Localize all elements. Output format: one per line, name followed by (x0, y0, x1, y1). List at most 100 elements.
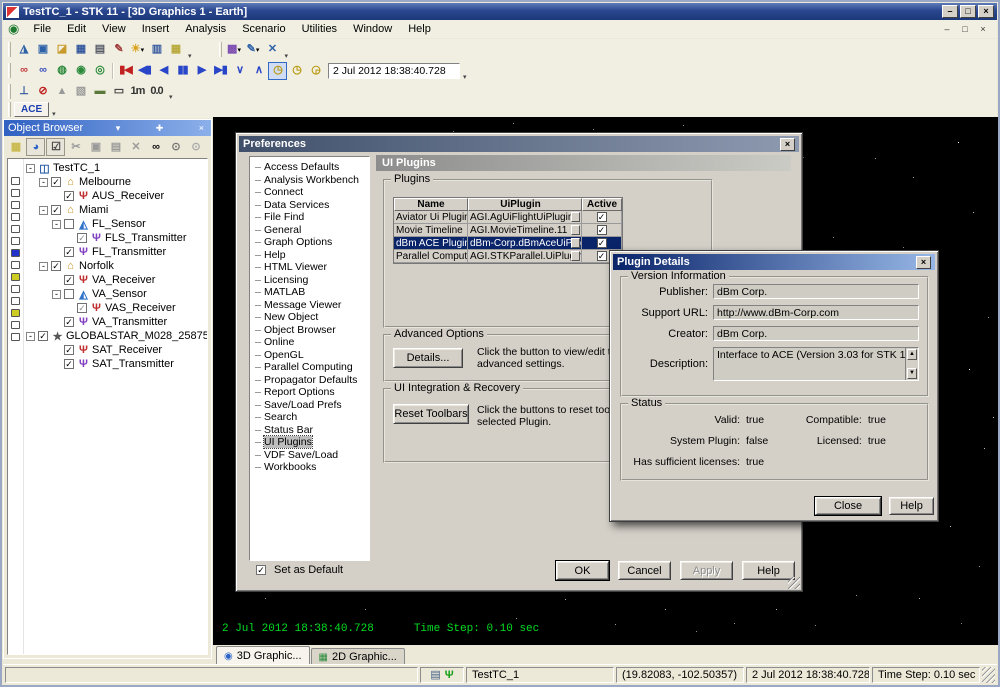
dropdown-arrow-icon[interactable]: ▾ (141, 46, 145, 54)
toolbar-overflow-button[interactable]: ▾ (188, 52, 192, 60)
status-square[interactable] (11, 225, 20, 233)
tree-expander[interactable] (26, 164, 35, 173)
apply-button[interactable]: Apply (680, 561, 733, 580)
report-icon[interactable]: ▥▾ (147, 41, 166, 59)
increase-step-icon[interactable]: ∧ (249, 62, 268, 80)
plugin-table-row[interactable]: Aviator Ui Plugins AGI.AgUiFlightUiPlugi… (394, 211, 622, 224)
print-icon[interactable]: ▤▾ (90, 41, 109, 59)
link-chain2-icon[interactable]: ∞ (33, 62, 52, 80)
ok-button[interactable]: OK (556, 561, 609, 580)
scenario-edit-icon[interactable]: ✎▾ (244, 41, 263, 59)
plugin-name-cell[interactable]: Parallel Computing (394, 250, 468, 263)
preferences-category[interactable]: Propagator Defaults (250, 374, 369, 387)
toolbar-overflow-button[interactable]: ▾ (463, 73, 467, 81)
status-square[interactable] (11, 213, 20, 221)
tree-item[interactable]: Ψ AUS_Receiver (26, 189, 207, 203)
active-checkbox[interactable]: ✓ (597, 251, 607, 261)
tree-item[interactable]: Ψ VAS_Receiver (26, 301, 207, 315)
tree-item[interactable]: ⌂ Melbourne (26, 175, 207, 189)
toolbar-grip[interactable] (219, 42, 222, 57)
close-button[interactable]: Close (815, 497, 881, 515)
field-value[interactable]: dBm Corp. (713, 284, 919, 299)
ruler-1m-icon[interactable]: 1m (128, 82, 147, 100)
pause-icon[interactable]: ▮▮ (173, 62, 192, 80)
preferences-category[interactable]: Online (250, 336, 369, 349)
ground-station-icon[interactable]: ⊥ (14, 82, 33, 100)
tree-checkbox[interactable] (64, 289, 74, 299)
time-options-clock-icon[interactable]: ◶ (306, 62, 325, 80)
plugin-active-cell[interactable]: ✓ (582, 211, 622, 224)
scroll-down-icon[interactable]: ▼ (907, 368, 917, 379)
tree-checkbox[interactable] (51, 177, 61, 187)
preferences-category[interactable]: Parallel Computing (250, 361, 369, 374)
tree-checkbox[interactable] (64, 359, 74, 369)
delete-icon[interactable]: ✕ (126, 138, 145, 156)
preferences-category[interactable]: Graph Options (250, 236, 369, 249)
object-browser-titlebar[interactable]: Object Browser ▾ ✚ × (4, 120, 211, 136)
tree-expander[interactable] (39, 178, 48, 187)
toolbar-grip[interactable] (8, 102, 11, 117)
menu-item[interactable]: View (94, 21, 134, 37)
plugin-details-titlebar[interactable]: Plugin Details × (613, 254, 935, 270)
menu-item[interactable]: Analysis (177, 21, 234, 37)
new-object-icon[interactable]: ▦ (6, 138, 25, 156)
imagery-icon[interactable]: ▧ (71, 82, 90, 100)
details-button[interactable]: Details... (393, 348, 463, 368)
help-button[interactable]: Help (889, 497, 934, 515)
uiplugin-browse-button[interactable] (571, 238, 580, 248)
tree-checkbox[interactable] (64, 219, 74, 229)
status-square[interactable] (11, 237, 20, 245)
preferences-titlebar[interactable]: Preferences × (239, 136, 799, 152)
open-icon[interactable]: ◪▾ (52, 41, 71, 59)
panel-close-icon[interactable]: × (196, 123, 207, 133)
preferences-category[interactable]: Status Bar (250, 424, 369, 437)
tree-expander[interactable] (39, 262, 48, 271)
window-resize-grip[interactable] (982, 667, 995, 683)
status-square[interactable] (11, 189, 20, 197)
globe-icon[interactable]: ◉ (71, 62, 90, 80)
tree-checkbox[interactable] (64, 317, 74, 327)
preferences-category[interactable]: File Find (250, 211, 369, 224)
animation-time-field[interactable]: 2 Jul 2012 18:38:40.728 (328, 63, 460, 79)
preferences-category[interactable]: VDF Save/Load (250, 449, 369, 462)
save-icon[interactable]: ▦▾ (71, 41, 90, 59)
uiplugin-browse-button[interactable] (571, 251, 580, 261)
access-icon[interactable]: ⊘ (33, 82, 52, 100)
panel-menu-arrow-icon[interactable]: ▾ (113, 123, 124, 134)
mdi-close-button[interactable]: × (976, 23, 990, 36)
tree-checkbox[interactable] (64, 247, 74, 257)
realtime-clock-icon[interactable]: ◷ (268, 62, 287, 80)
status-square[interactable] (11, 297, 20, 305)
field-value[interactable]: http://www.dBm-Corp.com (713, 305, 919, 320)
terrain-icon[interactable]: ▲ (52, 82, 71, 100)
status-square[interactable] (11, 261, 20, 269)
status-square[interactable] (11, 285, 20, 293)
preferences-category[interactable]: Object Browser (250, 324, 369, 337)
pin-icon[interactable]: ✚ (153, 123, 167, 134)
reset-to-start-icon[interactable]: ▮◀ (116, 62, 135, 80)
active-checkbox[interactable]: ✓ (597, 225, 607, 235)
play-icon[interactable]: ▶ (192, 62, 211, 80)
status-square[interactable] (11, 201, 20, 209)
color-wheel-icon[interactable]: ◕ (26, 138, 45, 156)
dialog-close-button[interactable]: × (780, 138, 795, 151)
globe-zoom-icon[interactable]: ◎ (90, 62, 109, 80)
tree-expander[interactable] (26, 332, 35, 341)
show-checkboxes-icon[interactable]: ☑ (46, 138, 65, 156)
status-square[interactable] (11, 309, 20, 317)
menu-item[interactable]: Insert (134, 21, 178, 37)
plugin-id-cell[interactable]: AGI.STKParallel.UiPlugin11 (468, 250, 582, 263)
mdi-restore-button[interactable]: □ (958, 23, 972, 36)
train-icon[interactable]: ▭ (109, 82, 128, 100)
plugin-table-row[interactable]: dBm ACE Plugin dBm-Corp.dBmAceUiPlugin ✓ (394, 237, 622, 250)
dialog-close-button[interactable]: × (916, 256, 931, 269)
cut-icon[interactable]: ✂ (66, 138, 85, 156)
set-as-default-option[interactable]: Set as Default (256, 564, 343, 576)
tree-checkbox[interactable] (38, 331, 48, 341)
link-chain-icon[interactable]: ∞ (14, 62, 33, 80)
column-header-name[interactable]: Name (394, 198, 468, 211)
toolbar-overflow-button[interactable]: ▾ (285, 52, 289, 60)
tree-checkbox[interactable] (51, 205, 61, 215)
preferences-category[interactable]: Message Viewer (250, 299, 369, 312)
preferences-category[interactable]: UI Plugins (250, 436, 369, 449)
